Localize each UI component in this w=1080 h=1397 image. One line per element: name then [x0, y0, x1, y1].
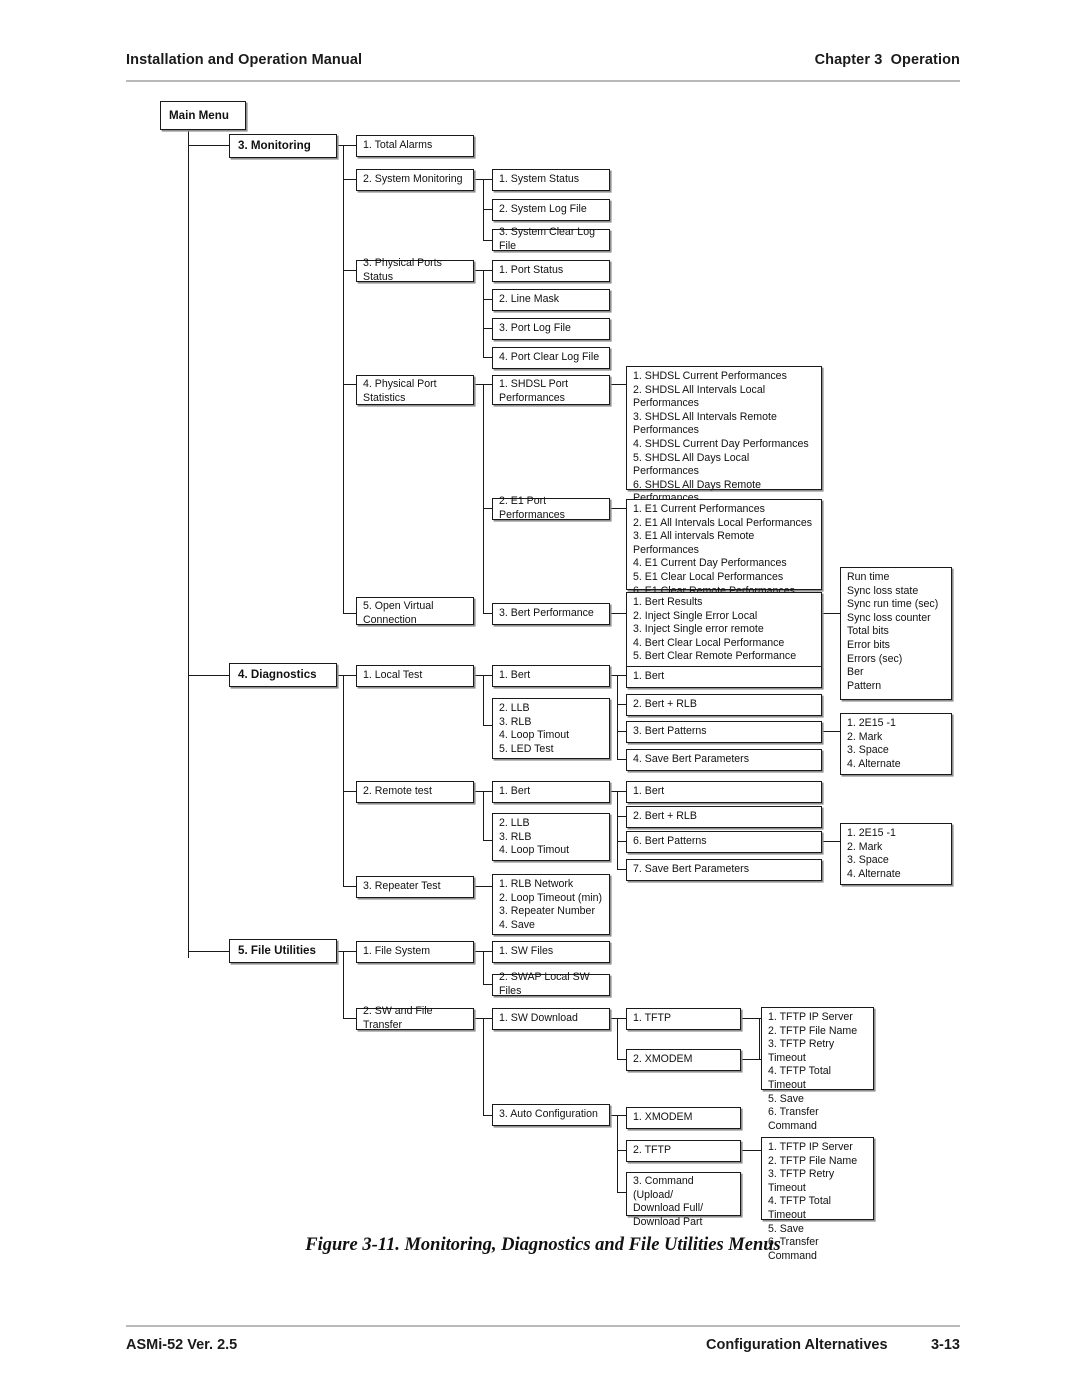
- connector-root-to-file-utilities: [188, 951, 230, 953]
- footer-page-number: 3-13: [930, 1337, 960, 1353]
- connector-autoconfig-spine: [617, 1115, 619, 1193]
- node-tftp-options-top[interactable]: 1. TFTP IP Server 2. TFTP File Name 3. T…: [761, 1007, 874, 1132]
- node-sw-and-file-transfer[interactable]: 2. SW and File Transfer: [356, 1005, 474, 1031]
- node-repeater-test-options[interactable]: 1. RLB Network 2. Loop Timeout (min) 3. …: [492, 874, 610, 935]
- node-e1-port-performances[interactable]: 2. E1 Port Performances: [492, 495, 610, 521]
- connector-fileutil-1: [343, 951, 357, 953]
- connector-diag-spine: [343, 675, 345, 887]
- node-file-system[interactable]: 1. File System: [356, 941, 474, 963]
- node-physical-port-statistics[interactable]: 4. Physical Port Statistics: [356, 375, 474, 405]
- connector-root-spine: [188, 130, 190, 958]
- connector-diag-repeater: [343, 886, 357, 888]
- connector-mon-system-monitoring: [343, 179, 357, 181]
- connector-diag-local: [343, 675, 357, 677]
- node-sw-download[interactable]: 1. SW Download: [492, 1008, 610, 1030]
- connector-root-to-diagnostics: [188, 675, 230, 677]
- node-bert-performance[interactable]: 3. Bert Performance: [492, 603, 610, 625]
- connector-remotebert-spine: [617, 791, 619, 870]
- node-port-log-file[interactable]: 3. Port Log File: [492, 318, 610, 340]
- footer-divider: [126, 1325, 960, 1327]
- node-remote-bert[interactable]: 1. Bert: [492, 781, 610, 803]
- connector-monitoring-spine: [343, 145, 345, 614]
- node-port-status[interactable]: 1. Port Status: [492, 260, 610, 282]
- figure-caption: Figure 3-11. Monitoring, Diagnostics and…: [305, 1235, 781, 1255]
- connector-mon-total-alarms: [343, 145, 357, 147]
- connector-diag-remote: [343, 791, 357, 793]
- node-diagnostics[interactable]: 4. Diagnostics: [229, 663, 337, 687]
- node-local-bert-2[interactable]: 2. Bert + RLB: [626, 694, 822, 716]
- node-open-virtual-connection[interactable]: 5. Open Virtual Connection: [356, 597, 474, 626]
- node-local-bert-patterns[interactable]: 3. Bert Patterns: [626, 721, 822, 743]
- node-e1-performances-list[interactable]: 1. E1 Current Performances 2. E1 All Int…: [626, 499, 822, 597]
- node-port-clear-log-file[interactable]: 4. Port Clear Log File: [492, 347, 610, 369]
- node-system-log-file[interactable]: 2. System Log File: [492, 199, 610, 221]
- node-auto-xmodem[interactable]: 1. XMODEM: [626, 1107, 741, 1129]
- connector-swtransfer-spine: [483, 1018, 485, 1116]
- node-local-test-options[interactable]: 2. LLB 3. RLB 4. Loop Timout 5. LED Test: [492, 698, 610, 759]
- connector-bertlist-to-detail: [822, 613, 842, 615]
- node-local-test[interactable]: 1. Local Test: [356, 665, 474, 687]
- node-total-alarms[interactable]: 1. Total Alarms: [356, 135, 474, 157]
- connector-mon-port-statistics: [343, 384, 357, 386]
- connector-localpatterns: [822, 731, 840, 733]
- node-remote-test-options[interactable]: 2. LLB 3. RLB 4. Loop Timout: [492, 813, 610, 861]
- connector-filesystem-spine: [483, 951, 485, 985]
- node-file-utilities[interactable]: 5. File Utilities: [229, 939, 337, 963]
- connector-remotetest-spine: [483, 791, 485, 841]
- node-system-monitoring[interactable]: 2. System Monitoring: [356, 169, 474, 191]
- connector-swdownload-spine: [617, 1018, 619, 1060]
- connector-remotepatterns: [822, 841, 840, 843]
- connector-tftp-to-list: [741, 1018, 761, 1020]
- node-remote-bert-2[interactable]: 2. Bert + RLB: [626, 806, 822, 828]
- node-swap-local-sw-files[interactable]: 2. SWAP Local SW Files: [492, 971, 610, 997]
- connector-fileutil-spine: [343, 951, 345, 1019]
- node-local-bert-1[interactable]: 1. Bert: [626, 666, 822, 688]
- node-bert-performance-list[interactable]: 1. Bert Results 2. Inject Single Error L…: [626, 592, 822, 669]
- node-xmodem[interactable]: 2. XMODEM: [626, 1049, 741, 1071]
- node-remote-bert-pattern-options[interactable]: 1. 2E15 -1 2. Mark 3. Space 4. Alternate: [840, 823, 952, 885]
- node-physical-ports-status[interactable]: 3. Physical Ports Status: [356, 257, 474, 283]
- node-system-status[interactable]: 1. System Status: [492, 169, 610, 191]
- node-bert-results-detail[interactable]: Run time Sync loss state Sync run time (…: [840, 567, 952, 700]
- connector-ports-spine: [483, 270, 485, 358]
- connector-repeater-to-list: [474, 886, 494, 888]
- node-sw-files[interactable]: 1. SW Files: [492, 941, 610, 963]
- node-remote-bert-1[interactable]: 1. Bert: [626, 781, 822, 803]
- node-auto-command[interactable]: 3. Command (Upload/ Download Full/ Downl…: [626, 1172, 741, 1228]
- node-local-bert[interactable]: 1. Bert: [492, 665, 610, 687]
- node-auto-configuration[interactable]: 3. Auto Configuration: [492, 1104, 610, 1126]
- footer-section: Configuration Alternatives: [706, 1337, 888, 1353]
- connector-localtest-spine: [483, 675, 485, 726]
- node-repeater-test[interactable]: 3. Repeater Test: [356, 876, 474, 898]
- connector-autotftp-to-list: [741, 1150, 761, 1152]
- connector-shdsl-to-list: [608, 384, 628, 386]
- node-main-menu[interactable]: Main Menu: [160, 101, 246, 130]
- node-local-save-bert-parameters[interactable]: 4. Save Bert Parameters: [626, 749, 822, 771]
- node-line-mask[interactable]: 2. Line Mask: [492, 289, 610, 311]
- node-remote-bert-patterns[interactable]: 6. Bert Patterns: [626, 831, 822, 853]
- node-monitoring[interactable]: 3. Monitoring: [229, 134, 337, 158]
- menu-tree-diagram: Main Menu 3. Monitoring 1. Total Alarms …: [0, 0, 1080, 1262]
- footer-product: ASMi-52 Ver. 2.5: [126, 1337, 238, 1353]
- node-remote-test[interactable]: 2. Remote test: [356, 781, 474, 803]
- connector-mon-physical-ports: [343, 270, 357, 272]
- node-local-bert-pattern-options[interactable]: 1. 2E15 -1 2. Mark 3. Space 4. Alternate: [840, 713, 952, 775]
- node-remote-save-bert-parameters[interactable]: 7. Save Bert Parameters: [626, 859, 822, 881]
- node-shdsl-port-performances[interactable]: 1. SHDSL Port Performances: [492, 375, 610, 405]
- node-shdsl-performances-list[interactable]: 1. SHDSL Current Performances 2. SHDSL A…: [626, 366, 822, 545]
- connector-bertperf-to-list: [608, 613, 628, 615]
- connector-mon-open-virtual: [343, 613, 357, 615]
- connector-e1-to-list: [608, 508, 628, 510]
- node-system-clear-log-file[interactable]: 3. System Clear Log File: [492, 226, 610, 252]
- node-tftp[interactable]: 1. TFTP: [626, 1008, 741, 1030]
- connector-xmodem-to-list: [741, 1059, 761, 1061]
- node-auto-tftp[interactable]: 2. TFTP: [626, 1140, 741, 1162]
- connector-localbert-spine: [617, 675, 619, 760]
- connector-root-to-monitoring: [188, 145, 230, 147]
- connector-fileutil-2: [343, 1018, 357, 1020]
- node-tftp-options-bottom[interactable]: 1. TFTP IP Server 2. TFTP File Name 3. T…: [761, 1137, 874, 1262]
- connector-stats-spine: [483, 384, 485, 614]
